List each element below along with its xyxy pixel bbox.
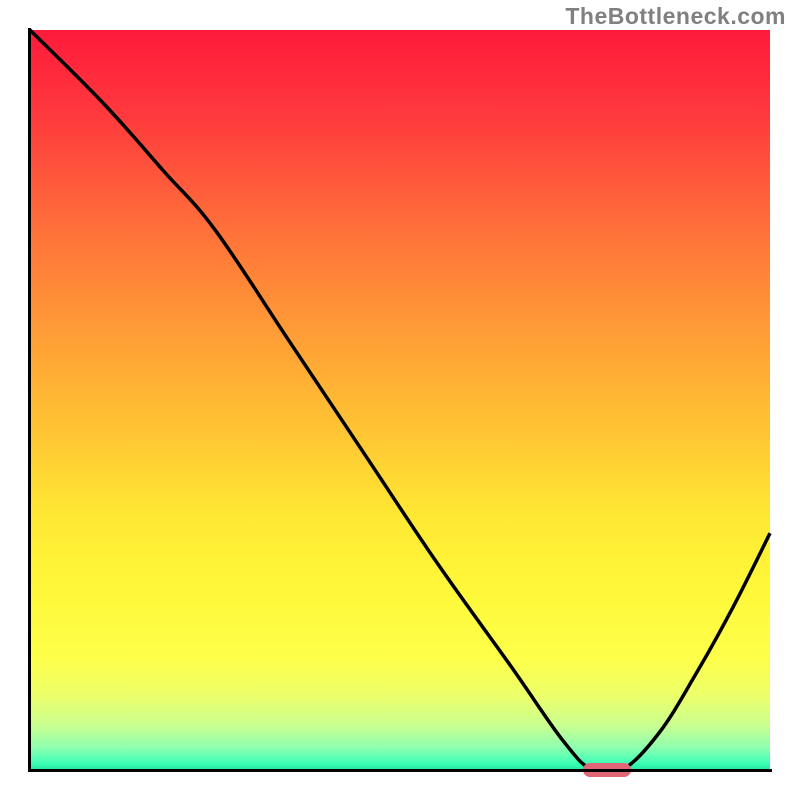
watermark-text: TheBottleneck.com: [565, 3, 786, 30]
chart-container: TheBottleneck.com: [0, 0, 800, 800]
plot-area: [30, 30, 770, 770]
curve-path: [30, 30, 770, 775]
optimal-point-marker: [583, 763, 631, 777]
bottleneck-curve: [30, 30, 770, 770]
